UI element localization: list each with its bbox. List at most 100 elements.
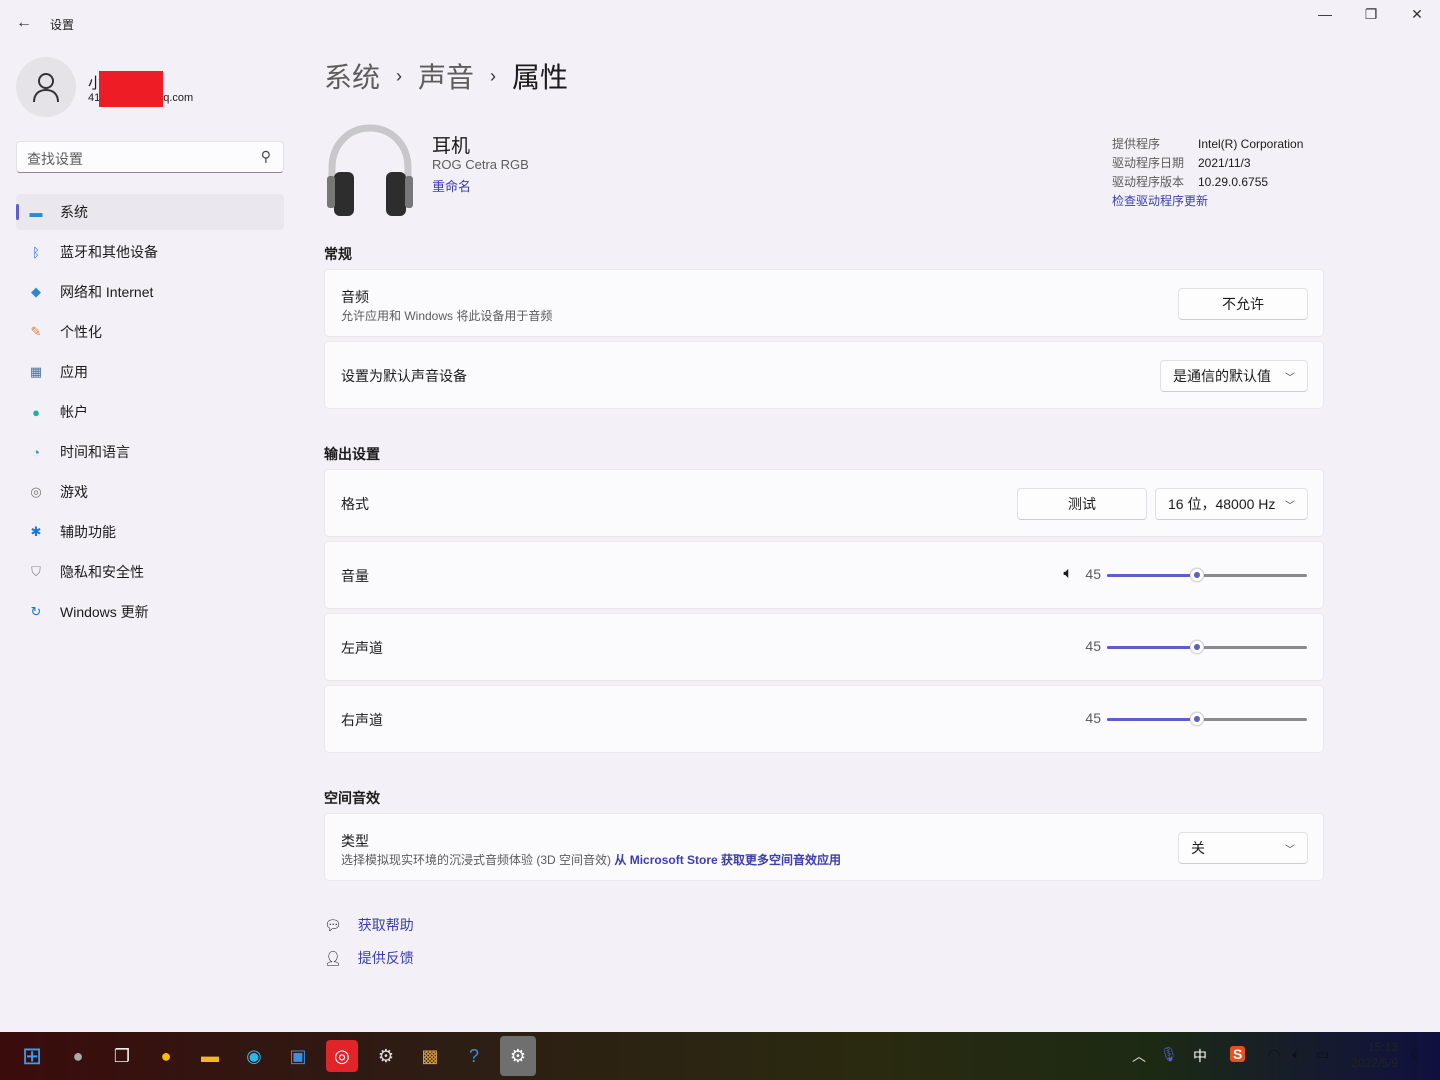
battery-icon[interactable]: ▭ [1316,1046,1329,1063]
default-device-value: 是通信的默认值 [1173,368,1271,384]
back-button[interactable]: ← [16,14,32,32]
headphones-icon [327,124,413,216]
breadcrumb-system[interactable]: 系统 [324,56,380,96]
section-output: 输出设置 [324,446,380,462]
sidebar-item-10[interactable]: ↻ Windows 更新 [16,594,284,630]
app-icon[interactable]: ● [150,1040,182,1072]
edge-icon[interactable]: ◉ [238,1040,270,1072]
audio-label: 音频 [341,289,369,305]
minimize-button[interactable]: — [1310,6,1340,30]
ime-indicator[interactable]: 中 [1193,1046,1207,1066]
close-button[interactable]: ✕ [1402,6,1432,30]
sidebar-item-label: 应用 [60,364,88,380]
sidebar-item-label: 时间和语言 [60,444,130,460]
rename-link[interactable]: 重命名 [432,176,471,195]
redaction-box [99,71,163,107]
taskbar: ⊞ ● ❐ ● ▬ ◉ ▣ ◎ ⚙ ▩ ? ⚙ ︿ 🎙︎ 中 S ◠ 🔈︎ ▭ … [0,1032,1440,1080]
steam-icon[interactable]: ⚙ [370,1040,402,1072]
sogou-icon[interactable]: S [1230,1046,1246,1062]
clock[interactable]: 15:13 2022/5/9 [1348,1039,1398,1071]
task-view-icon[interactable]: ❐ [106,1040,138,1072]
slider-thumb[interactable] [1190,568,1204,582]
sidebar-item-1[interactable]: ᛒ 蓝牙和其他设备 [16,234,284,270]
slider-thumb[interactable] [1190,640,1204,654]
disallow-button[interactable]: 不允许 [1178,288,1308,320]
settings-app-icon[interactable]: ⚙ [500,1036,536,1076]
help-app-icon[interactable]: ? [458,1040,490,1072]
right-channel-label: 右声道 [341,712,383,728]
volume-tray-icon[interactable]: 🔈︎ [1292,1046,1300,1063]
feedback-link[interactable]: 提供反馈 [358,948,414,968]
device-name: 耳机 [432,136,471,157]
sidebar-item-9[interactable]: ⛉ 隐私和安全性 [16,554,284,590]
nav-icon: ↻ [30,604,42,619]
file-explorer-icon[interactable]: ▬ [194,1040,226,1072]
slider-thumb[interactable] [1190,712,1204,726]
get-help[interactable]: 💬︎ 获取帮助 [324,915,414,935]
breadcrumb-sound[interactable]: 声音 [418,56,474,96]
sidebar-item-6[interactable]: ◔ 时间和语言 [16,434,284,470]
sidebar-item-label: Windows 更新 [60,604,149,620]
left-channel-label: 左声道 [341,640,383,656]
check-driver-update-link[interactable]: 检查驱动程序更新 [1112,192,1303,211]
speaker-icon[interactable]: 🔈︎ [1063,565,1073,583]
sidebar-item-8[interactable]: ✱ 辅助功能 [16,514,284,550]
sidebar-item-label: 蓝牙和其他设备 [60,244,158,260]
driver-info: 提供程序 Intel(R) Corporation 驱动程序日期 2021/11/3… [1112,135,1303,211]
chevron-up-icon[interactable]: ︿ [1132,1046,1146,1066]
sidebar-item-5[interactable]: ● 帐户 [16,394,284,430]
notification-icon[interactable]: ☾ [1410,1046,1423,1063]
search-taskbar-icon[interactable]: ● [62,1040,94,1072]
right-channel-value: 45 [1085,710,1101,726]
default-device-dropdown[interactable]: 是通信的默认值 ﹀ [1160,360,1308,392]
format-dropdown[interactable]: 16 位，48000 Hz ﹀ [1155,488,1308,520]
wifi-icon[interactable]: ◠ [1268,1046,1280,1063]
sidebar-item-label: 辅助功能 [60,524,116,540]
format-card: 格式 测试 16 位，48000 Hz ﹀ [324,469,1324,537]
default-device-label: 设置为默认声音设备 [341,368,467,384]
spatial-type-value: 关 [1191,840,1205,856]
nav-icon: ▦ [29,364,43,379]
audio-card: 音频 允许应用和 Windows 将此设备用于音频 不允许 [324,269,1324,337]
nav-icon: ● [32,404,40,420]
help-icon: 💬︎ [324,916,342,933]
start-icon[interactable]: ⊞ [16,1040,48,1072]
feedback[interactable]: 👤︎ 提供反馈 [324,948,414,968]
volume-value: 45 [1085,566,1101,582]
feedback-icon: 👤︎ [324,949,342,966]
title-bar: ← 设置 — ❐ ✕ [0,0,1440,48]
volume-slider[interactable] [1107,568,1307,582]
default-device-card: 设置为默认声音设备 是通信的默认值 ﹀ [324,341,1324,409]
sidebar-item-3[interactable]: ✎ 个性化 [16,314,284,350]
search-input[interactable]: 查找设置 ⚲ [16,141,284,173]
right-channel-slider[interactable] [1107,712,1307,726]
format-label: 格式 [341,496,369,512]
microphone-icon[interactable]: 🎙︎ [1160,1046,1178,1063]
csgo-icon[interactable]: ▩ [414,1040,446,1072]
user-icon [33,73,59,103]
left-channel-card: 左声道 45 [324,613,1324,681]
chevron-right-icon: › [396,65,403,86]
sidebar-item-4[interactable]: ▦ 应用 [16,354,284,390]
test-button[interactable]: 测试 [1017,488,1147,520]
section-spatial: 空间音效 [324,790,380,806]
avatar[interactable] [16,57,76,117]
spatial-type-card: 类型 选择模拟现实环境的沉浸式音频体验 (3D 空间音效) 从 Microsof… [324,813,1324,881]
maximize-button[interactable]: ❐ [1356,6,1386,30]
right-channel-card: 右声道 45 [324,685,1324,753]
sidebar-item-2[interactable]: ◆ 网络和 Internet [16,274,284,310]
volume-label: 音量 [341,568,369,584]
netease-music-icon[interactable]: ◎ [326,1040,358,1072]
store-icon[interactable]: ▣ [282,1040,314,1072]
nav-icon: ▬ [29,204,43,220]
left-channel-slider[interactable] [1107,640,1307,654]
chevron-down-icon: ﹀ [1285,844,1295,856]
search-placeholder: 查找设置 [27,151,83,167]
store-link[interactable]: 从 Microsoft Store 获取更多空间音效应用 [614,853,841,867]
sidebar-item-label: 网络和 Internet [60,284,154,300]
sidebar-item-7[interactable]: ◎ 游戏 [16,474,284,510]
spatial-type-dropdown[interactable]: 关 ﹀ [1178,832,1308,864]
sidebar-item-0[interactable]: ▬ 系统 [16,194,284,230]
spatial-type-label: 类型 [341,833,369,849]
get-help-link[interactable]: 获取帮助 [358,915,414,935]
